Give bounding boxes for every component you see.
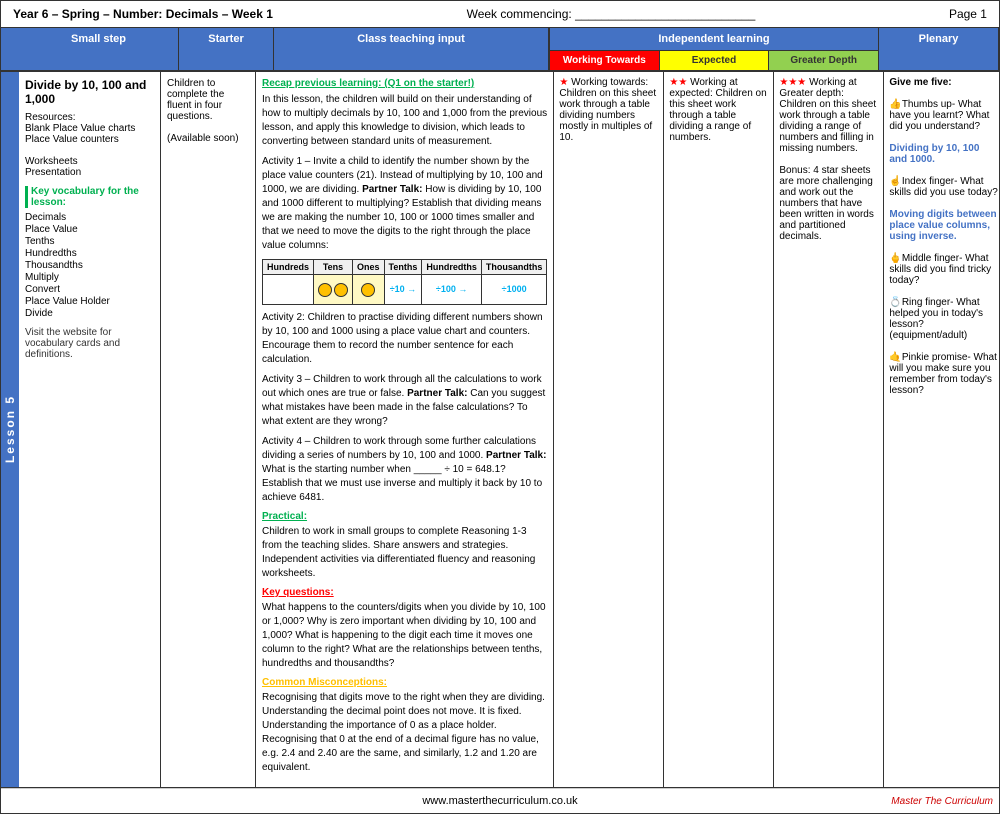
greater-text: Working at Greater depth: Children on th… (779, 77, 876, 154)
col-header-independent: Independent learning (550, 28, 878, 51)
plenary-pinkie: 🤙Pinkie promise- What will you make sure… (889, 352, 996, 396)
visit-note: Visit the website for vocabulary cards a… (25, 327, 154, 360)
independent-sub-headers: Working Towards Expected Greater Depth (550, 51, 878, 70)
page-header: Year 6 – Spring – Number: Decimals – Wee… (1, 1, 999, 28)
sub-header-expected: Expected (660, 51, 770, 70)
activity2-text: Activity 2: Children to practise dividin… (262, 311, 547, 367)
col-header-plenary: Plenary (879, 28, 999, 70)
main-content-row: Lesson 5 Divide by 10, 100 and 1,000 Res… (1, 72, 999, 788)
week-commencing: Week commencing: _______________________… (467, 7, 756, 21)
recap-header: Recap previous learning: (Q1 on the star… (262, 78, 547, 89)
pv-col-hundredths: Hundredths (422, 260, 482, 275)
bonus-text: Bonus: 4 star sheets are more challengin… (779, 165, 874, 242)
working-stars: ★ (559, 77, 568, 88)
lesson-label: Lesson 5 (3, 395, 17, 463)
pv-cell-thousandths: ÷1000 (481, 275, 547, 305)
small-step-column: Divide by 10, 100 and 1,000 Resources: B… (19, 72, 161, 787)
pv-cell-hundredths: ÷100 → (422, 275, 482, 305)
starter-column: Children to complete the fluent in four … (161, 72, 256, 787)
resource-4: Presentation (25, 167, 81, 178)
footer-logo: Master The Curriculum (873, 796, 993, 807)
sub-header-working: Working Towards (550, 51, 660, 70)
greater-depth-column: ★★★ Working at Greater depth: Children o… (774, 72, 883, 787)
teaching-intro: In this lesson, the children will build … (262, 93, 547, 149)
vocab-item: Thousandths (25, 260, 154, 271)
starter-text: Children to complete the fluent in four … (167, 78, 224, 122)
column-headers: Small step Starter Class teaching input … (1, 28, 999, 72)
misconceptions-header: Common Misconceptions: (262, 677, 547, 688)
vocab-item: Place Value (25, 224, 154, 235)
expected-column: ★★ Working at expected: Children on this… (664, 72, 774, 787)
pv-col-thousandths: Thousandths (481, 260, 547, 275)
activity1-text: Activity 1 – Invite a child to identify … (262, 155, 547, 253)
small-step-title: Divide by 10, 100 and 1,000 (25, 78, 154, 106)
pv-cell-tens (314, 275, 353, 305)
vocab-item: Multiply (25, 272, 154, 283)
vocab-item: Tenths (25, 236, 154, 247)
page-wrapper: Year 6 – Spring – Number: Decimals – Wee… (0, 0, 1000, 814)
partner-talk-2: Partner Talk: (407, 388, 467, 399)
pv-col-ones: Ones (353, 260, 385, 275)
pv-col-tens: Tens (314, 260, 353, 275)
plenary-column: Give me five: 👍Thumbs up- What have you … (884, 72, 1000, 787)
arrow-1000: ÷1000 (502, 284, 527, 294)
vocab-item: Hundredths (25, 248, 154, 259)
page-number: Page 1 (949, 7, 987, 21)
key-questions-text: What happens to the counters/digits when… (262, 601, 547, 671)
working-text: Working towards: Children on this sheet … (559, 77, 656, 143)
expected-stars: ★★ (669, 77, 687, 88)
vocab-list: Decimals Place Value Tenths Hundredths T… (25, 212, 154, 319)
col-header-small-step: Small step (19, 28, 179, 70)
plenary-index: ☝️Index finger- What skills did you use … (889, 176, 997, 198)
pv-cell-ones (353, 275, 385, 305)
lesson-label-wrapper: Lesson 5 (1, 72, 19, 787)
plenary-thumb: 👍Thumbs up- What have you learnt? What d… (889, 99, 989, 132)
key-questions-header: Key questions: (262, 587, 547, 598)
page-footer: www.masterthecurriculum.co.uk Master The… (1, 788, 999, 813)
working-towards-column: ★ Working towards: Children on this shee… (554, 72, 664, 787)
page-title: Year 6 – Spring – Number: Decimals – Wee… (13, 7, 273, 21)
pv-cell-tenths: ÷10 → (384, 275, 422, 305)
vocab-item: Decimals (25, 212, 154, 223)
teaching-column: Recap previous learning: (Q1 on the star… (256, 72, 554, 787)
plenary-link1: Dividing by 10, 100 and 1000. (889, 143, 979, 165)
vocab-item: Convert (25, 284, 154, 295)
practical-text: Children to work in small groups to comp… (262, 525, 547, 581)
starter-available: (Available soon) (167, 133, 239, 144)
pv-col-tenths: Tenths (384, 260, 422, 275)
activity4b-text: What is the starting number when _____ ÷… (262, 464, 542, 503)
col-header-starter: Starter (179, 28, 274, 70)
resources-section: Resources: Blank Place Value charts Plac… (25, 112, 154, 178)
activity3-text: Activity 3 – Children to work through al… (262, 373, 547, 429)
resource-1: Blank Place Value charts (25, 123, 135, 134)
resource-2: Place Value counters (25, 134, 119, 145)
partner-talk-3: Partner Talk: (486, 450, 546, 461)
activity4-text: Activity 4 – Children to work through so… (262, 435, 547, 505)
sub-header-greater: Greater Depth (769, 51, 878, 70)
plenary-intro: Give me five: (889, 77, 951, 88)
practical-header: Practical: (262, 511, 547, 522)
partner-talk-1: Partner Talk: (362, 184, 422, 195)
vocab-item: Place Value Holder (25, 296, 154, 307)
misconceptions-text: Recognising that digits move to the righ… (262, 691, 547, 775)
col-header-independent-wrapper: Independent learning Working Towards Exp… (549, 28, 879, 70)
resource-3: Worksheets (25, 156, 78, 167)
arrow-100: ÷100 → (436, 284, 467, 294)
plenary-ring: 💍Ring finger- What helped you in today's… (889, 297, 983, 341)
independent-learning-column: ★ Working towards: Children on this shee… (554, 72, 884, 787)
place-value-table-wrapper: Hundreds Tens Ones Tenths Hundredths Tho… (262, 259, 547, 305)
plenary-middle: 🖕Middle finger- What skills did you find… (889, 253, 991, 286)
pv-cell-hundreds (263, 275, 314, 305)
place-value-table: Hundreds Tens Ones Tenths Hundredths Tho… (262, 259, 547, 305)
resources-label: Resources: (25, 112, 76, 123)
footer-website: www.masterthecurriculum.co.uk (422, 795, 577, 807)
vocab-item: Divide (25, 308, 154, 319)
vocab-header: Key vocabulary for the lesson: (25, 186, 154, 208)
arrow-10: ÷10 → (390, 284, 416, 294)
plenary-link2: Moving digits between place value column… (889, 209, 996, 242)
col-header-teaching: Class teaching input (274, 28, 549, 70)
greater-stars: ★★★ (779, 77, 806, 88)
pv-col-hundreds: Hundreds (263, 260, 314, 275)
